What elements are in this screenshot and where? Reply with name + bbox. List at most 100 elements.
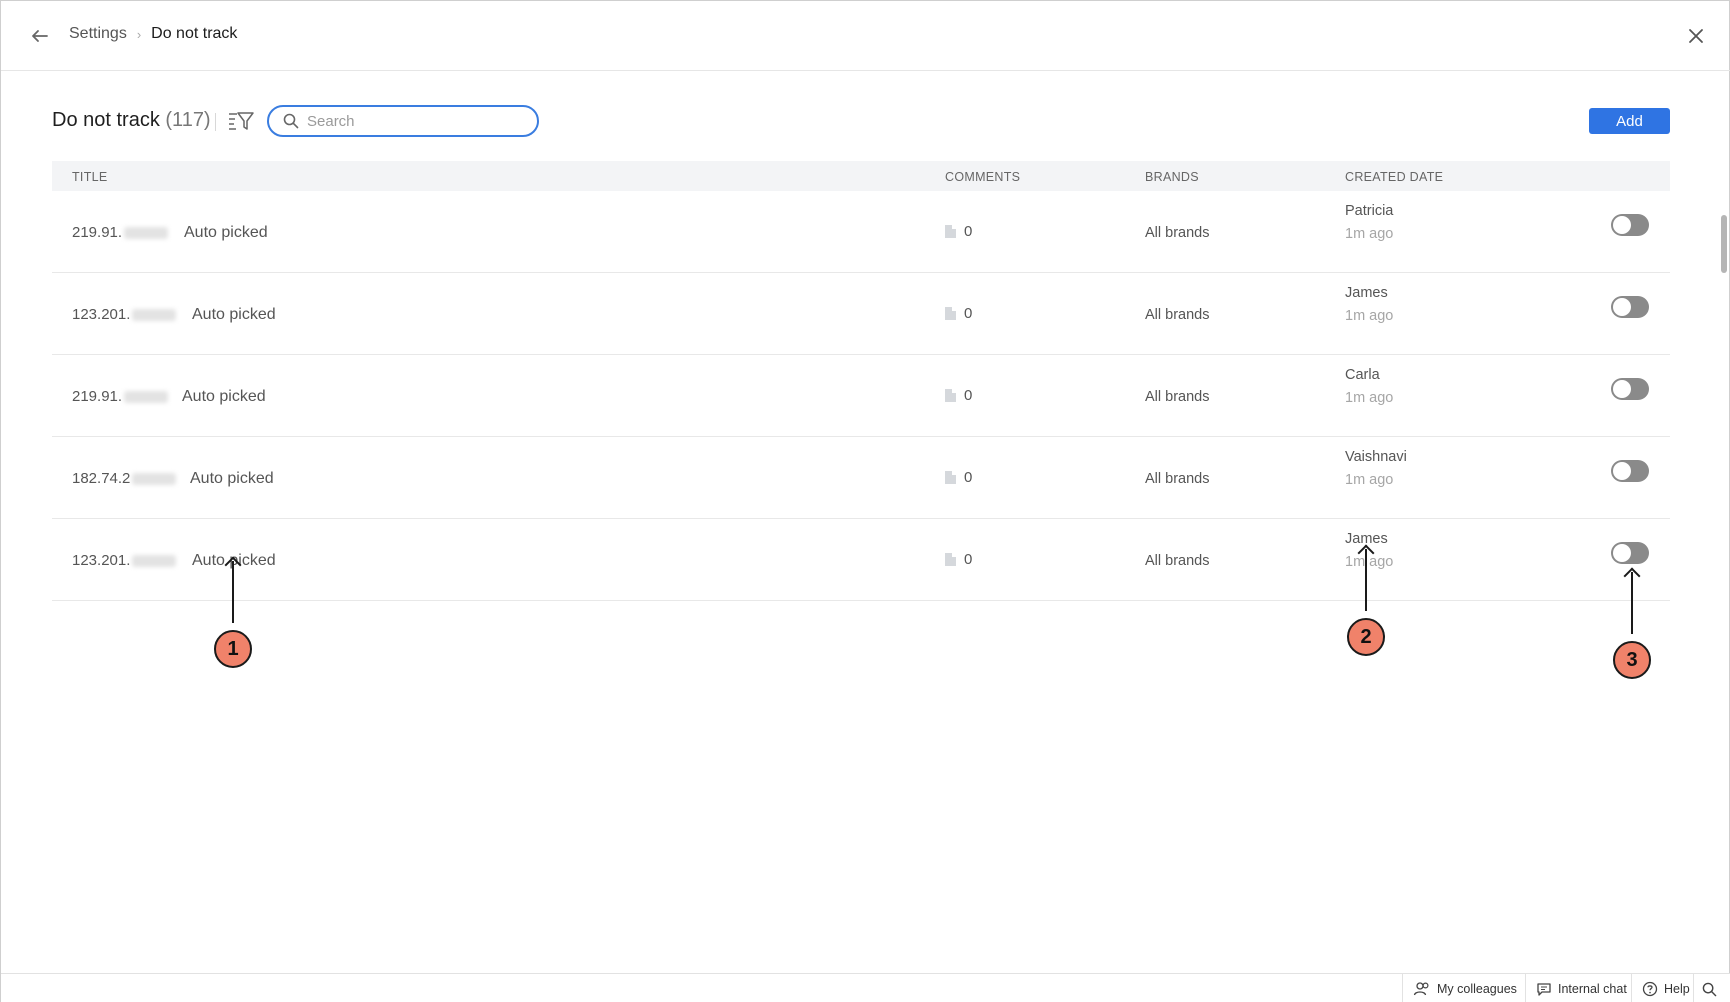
- ip-redacted: [124, 227, 169, 240]
- ip-visible: 219.91.: [72, 224, 123, 241]
- table-row[interactable]: 123.201. Auto picked 0 All brands James …: [52, 273, 1670, 355]
- comment-count: 0: [964, 387, 973, 404]
- row-created-when: 1m ago: [1345, 308, 1394, 324]
- row-brands: All brands: [1145, 471, 1210, 487]
- row-ip: 123.201.: [72, 552, 177, 569]
- table-row[interactable]: 182.74.2 Auto picked 0 All brands Vaishn…: [52, 437, 1670, 519]
- row-ip: 123.201.: [72, 306, 177, 323]
- document-icon: [945, 307, 956, 320]
- page-title-text: Do not track: [52, 109, 160, 131]
- chevron-right-icon: ›: [136, 26, 142, 42]
- row-ip: 182.74.2: [72, 470, 177, 487]
- tracking-toggle[interactable]: [1611, 378, 1649, 400]
- row-ip: 219.91.: [72, 388, 169, 405]
- comment-count: 0: [964, 469, 973, 486]
- search-icon: [1702, 982, 1717, 996]
- row-brands: All brands: [1145, 307, 1210, 323]
- document-icon: [945, 471, 956, 484]
- annotation-arrow: [1365, 549, 1367, 611]
- row-brands: All brands: [1145, 553, 1210, 569]
- search-input[interactable]: [307, 112, 527, 130]
- people-icon: [1413, 982, 1429, 996]
- column-title[interactable]: TITLE: [72, 170, 108, 184]
- add-button[interactable]: Add: [1589, 108, 1670, 134]
- row-ip: 219.91.: [72, 224, 169, 241]
- table-row[interactable]: 219.91. Auto picked 0 All brands Patrici…: [52, 191, 1670, 273]
- column-brands[interactable]: BRANDS: [1145, 170, 1199, 184]
- search-box[interactable]: [267, 105, 539, 137]
- ip-redacted: [124, 391, 169, 404]
- internal-chat-button[interactable]: Internal chat: [1525, 974, 1637, 1002]
- annotation-badge-2: 2: [1347, 618, 1385, 656]
- scrollbar-track[interactable]: [1717, 71, 1729, 971]
- search-icon: [283, 113, 299, 129]
- tracking-toggle[interactable]: [1611, 542, 1649, 564]
- footer-bar: My colleagues Internal chat Help: [1, 973, 1730, 1002]
- tracking-toggle[interactable]: [1611, 460, 1649, 482]
- divider: [215, 113, 216, 131]
- breadcrumb-settings[interactable]: Settings: [69, 25, 127, 43]
- app-window: Settings › Do not track Do not track (11…: [0, 0, 1730, 1002]
- column-comments[interactable]: COMMENTS: [945, 170, 1020, 184]
- annotation-arrow: [1631, 572, 1633, 634]
- row-created-when: 1m ago: [1345, 226, 1394, 242]
- row-created-by: Vaishnavi: [1345, 449, 1407, 465]
- page-title: Do not track (117): [52, 109, 211, 132]
- breadcrumb: Settings › Do not track: [69, 25, 237, 43]
- help-icon: [1642, 981, 1658, 997]
- internal-chat-label: Internal chat: [1558, 982, 1627, 996]
- row-type: Auto picked: [190, 470, 274, 487]
- ip-visible: 123.201.: [72, 552, 131, 569]
- row-comments: 0: [945, 469, 972, 486]
- document-icon: [945, 553, 956, 566]
- chat-icon: [1537, 983, 1551, 996]
- page-count: (117): [165, 109, 211, 131]
- tracking-toggle[interactable]: [1611, 296, 1649, 318]
- column-created-date[interactable]: CREATED DATE: [1345, 170, 1443, 184]
- row-comments: 0: [945, 223, 972, 240]
- ip-visible: 123.201.: [72, 306, 131, 323]
- my-colleagues-label: My colleagues: [1437, 982, 1517, 996]
- row-comments: 0: [945, 551, 972, 568]
- row-type: Auto picked: [184, 224, 268, 241]
- tracking-toggle[interactable]: [1611, 214, 1649, 236]
- filter-icon[interactable]: [227, 109, 255, 133]
- annotation-arrow: [232, 561, 234, 623]
- my-colleagues-button[interactable]: My colleagues: [1402, 974, 1527, 1002]
- row-created-by: Carla: [1345, 367, 1380, 383]
- ip-visible: 182.74.2: [72, 470, 131, 487]
- comment-count: 0: [964, 305, 973, 322]
- row-created-by: Patricia: [1345, 203, 1394, 219]
- breadcrumb-current: Do not track: [151, 25, 238, 42]
- help-button[interactable]: Help: [1631, 974, 1700, 1002]
- top-bar: Settings › Do not track: [1, 1, 1730, 71]
- annotation-badge-1: 1: [214, 630, 252, 668]
- scrollbar-thumb[interactable]: [1721, 215, 1727, 273]
- ip-redacted: [132, 473, 177, 486]
- document-icon: [945, 389, 956, 402]
- row-type: Auto picked: [192, 306, 276, 323]
- table-header: TITLE COMMENTS BRANDS CREATED DATE: [52, 161, 1670, 191]
- row-created-by: James: [1345, 285, 1388, 301]
- footer-search-button[interactable]: [1693, 974, 1725, 1002]
- dnt-table: TITLE COMMENTS BRANDS CREATED DATE 219.9…: [52, 161, 1670, 601]
- ip-redacted: [132, 555, 177, 568]
- comment-count: 0: [964, 223, 973, 240]
- comment-count: 0: [964, 551, 973, 568]
- table-row[interactable]: 123.201. Auto picked 0 All brands James …: [52, 519, 1670, 601]
- row-type: Auto picked: [182, 388, 266, 405]
- row-created-when: 1m ago: [1345, 472, 1394, 488]
- row-created-when: 1m ago: [1345, 390, 1394, 406]
- ip-redacted: [132, 309, 177, 322]
- annotation-badge-3: 3: [1613, 641, 1651, 679]
- help-label: Help: [1664, 982, 1690, 996]
- row-brands: All brands: [1145, 225, 1210, 241]
- ip-visible: 219.91.: [72, 388, 123, 405]
- arrow-left-icon[interactable]: [27, 23, 53, 49]
- row-comments: 0: [945, 305, 972, 322]
- table-row[interactable]: 219.91. Auto picked 0 All brands Carla 1…: [52, 355, 1670, 437]
- document-icon: [945, 225, 956, 238]
- row-brands: All brands: [1145, 389, 1210, 405]
- row-comments: 0: [945, 387, 972, 404]
- close-icon[interactable]: [1683, 23, 1709, 49]
